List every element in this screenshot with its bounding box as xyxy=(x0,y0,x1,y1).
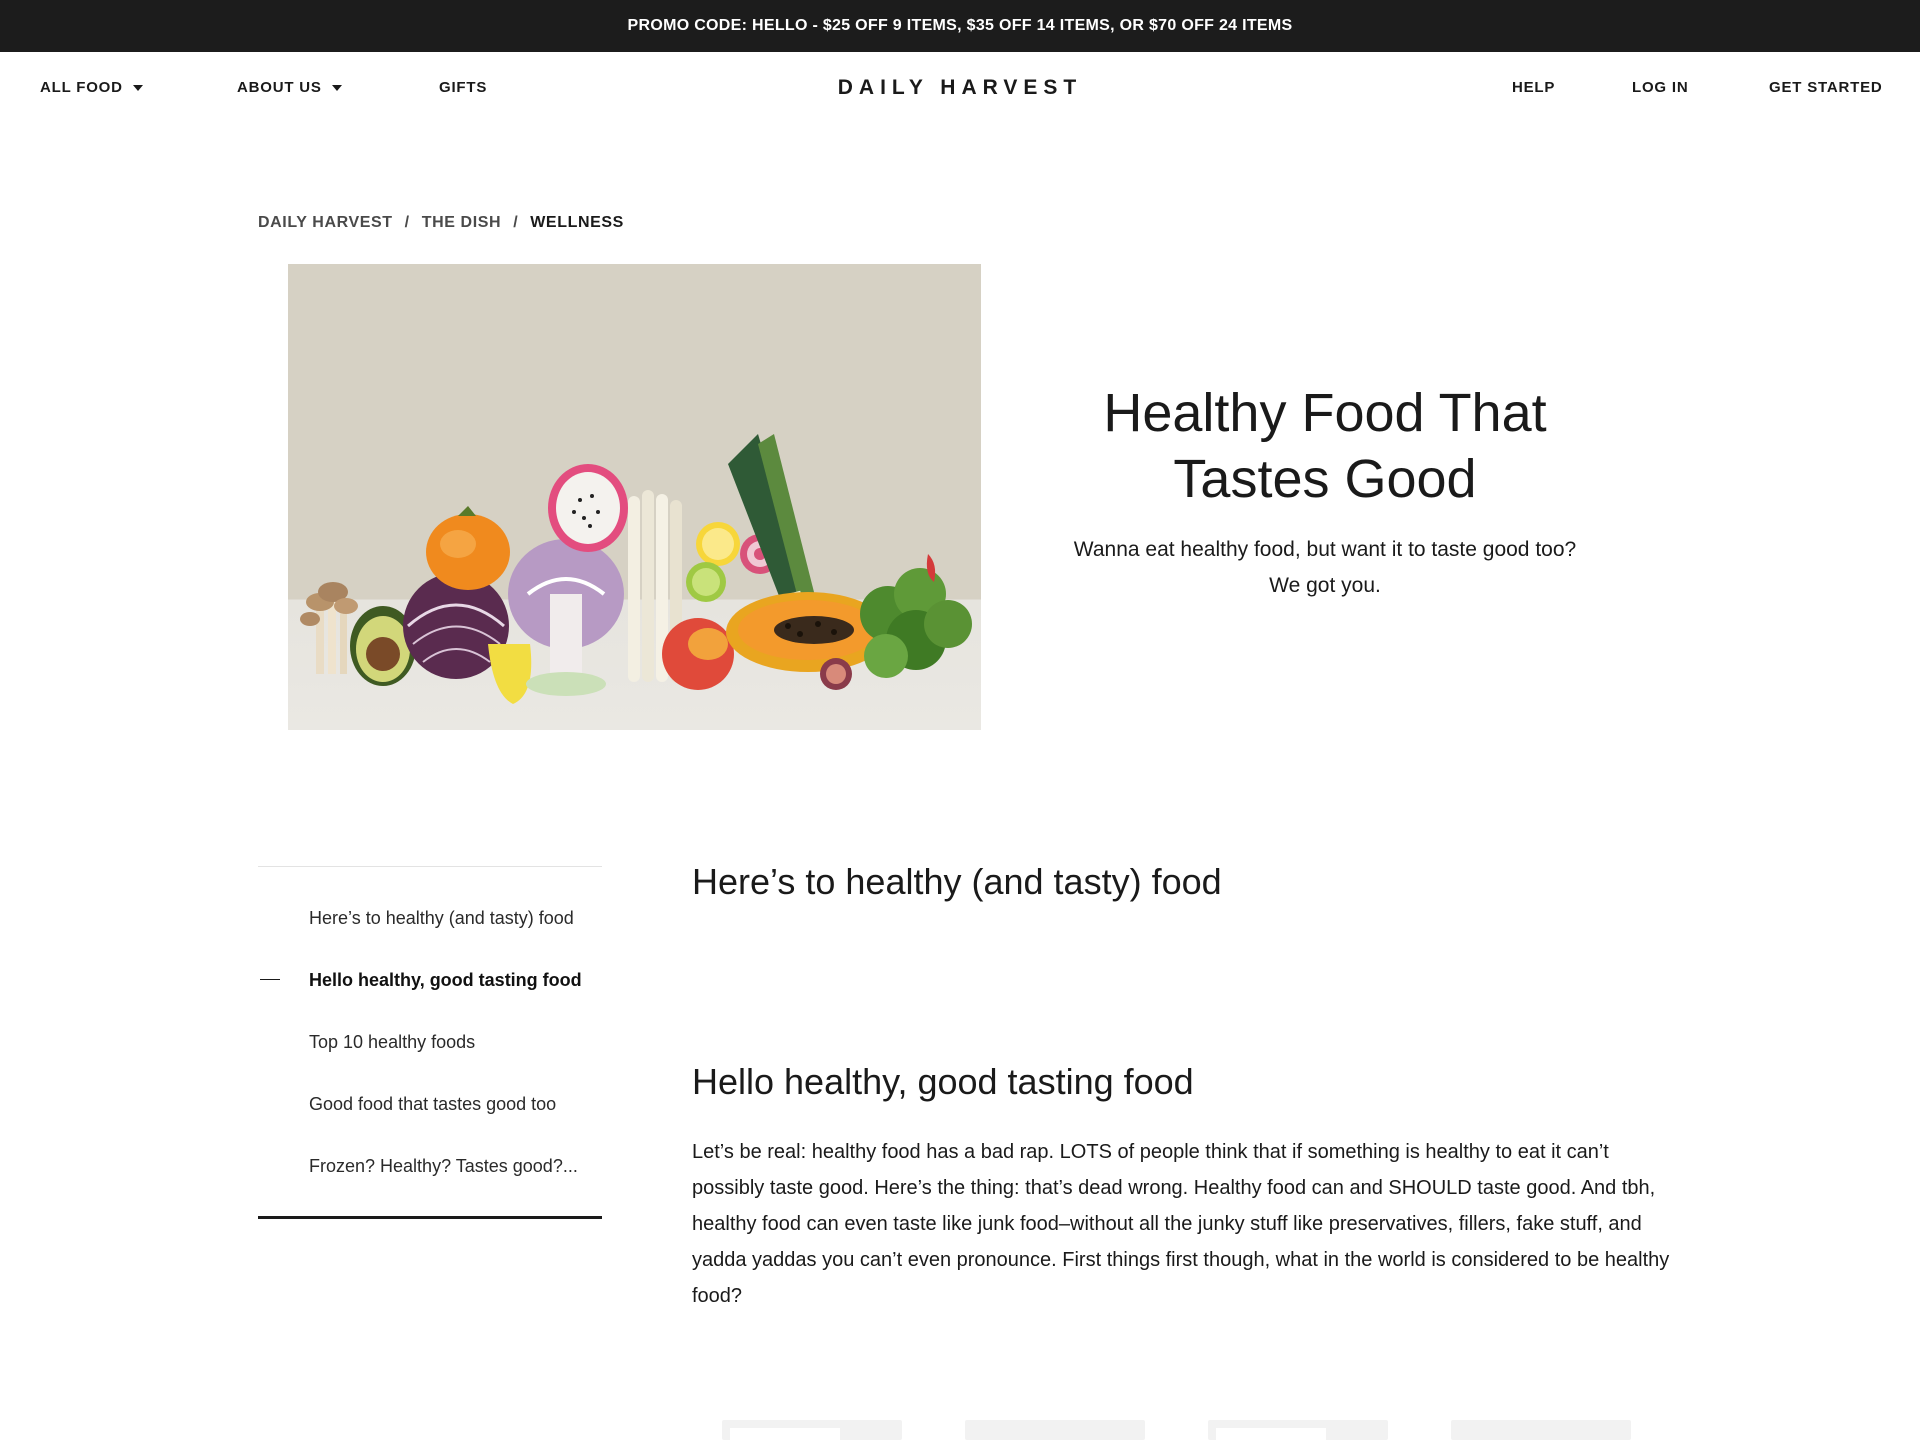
breadcrumb-item-daily-harvest[interactable]: DAILY HARVEST xyxy=(258,214,393,232)
active-indicator-dash xyxy=(260,979,280,980)
toc-divider xyxy=(258,1216,602,1219)
section-heading: Hello healthy, good tasting food xyxy=(692,1061,1194,1102)
brussels-sprouts-shape xyxy=(860,554,972,678)
promo-text: PROMO CODE: HELLO - $25 OFF 9 ITEMS, $35… xyxy=(627,17,1293,34)
tomato-shape xyxy=(426,506,510,590)
hero-text: Healthy Food That Tastes Good Wanna eat … xyxy=(1060,380,1590,604)
breadcrumb: DAILY HARVEST / THE DISH / WELLNESS xyxy=(258,214,624,232)
breadcrumb-separator: / xyxy=(513,214,519,231)
fig-shape xyxy=(820,658,852,690)
card-badge xyxy=(1216,1428,1326,1440)
product-cards-row xyxy=(722,1420,1642,1440)
get-started-label: GET STARTED xyxy=(1769,79,1883,96)
toc-item-active[interactable]: Hello healthy, good tasting food xyxy=(258,949,602,1011)
breadcrumb-item-the-dish[interactable]: THE DISH xyxy=(422,214,501,232)
toc-item[interactable]: Good food that tastes good too xyxy=(258,1073,602,1135)
toc-item-label: Good food that tastes good too xyxy=(309,1093,557,1114)
table-of-contents: Here’s to healthy (and tasty) food Hello… xyxy=(258,866,602,1197)
top-navigation: ALL FOOD ABOUT US GIFTS DAILY HARVEST HE… xyxy=(0,52,1920,122)
page-subtitle: Wanna eat healthy food, but want it to t… xyxy=(1073,538,1577,597)
product-card[interactable] xyxy=(965,1420,1145,1440)
toc-item-label: Hello healthy, good tasting food xyxy=(309,969,582,990)
toc-item-label: Here’s to healthy (and tasty) food xyxy=(309,907,574,928)
nav-log-in[interactable]: LOG IN xyxy=(1632,79,1688,96)
produce-illustration xyxy=(300,434,972,704)
nav-help-label: HELP xyxy=(1512,79,1556,96)
promo-banner: PROMO CODE: HELLO - $25 OFF 9 ITEMS, $35… xyxy=(0,0,1920,52)
article-content: Here’s to healthy (and tasty) food Hello… xyxy=(692,858,1672,1314)
article-paragraph: Let’s be real: healthy food has a bad ra… xyxy=(692,1141,1670,1307)
page-title: Healthy Food That Tastes Good xyxy=(1103,383,1547,509)
toc-item[interactable]: Here’s to healthy (and tasty) food xyxy=(258,887,602,949)
citrus-shape xyxy=(686,522,740,602)
peach-shape xyxy=(662,618,734,690)
section-heading: Here’s to healthy (and tasty) food xyxy=(692,861,1222,902)
nav-log-in-label: LOG IN xyxy=(1632,79,1689,96)
mushroom-shape xyxy=(300,582,358,674)
get-started-button[interactable]: GET STARTED xyxy=(1769,79,1883,96)
hero-image-produce xyxy=(288,264,981,730)
card-badge xyxy=(730,1428,840,1440)
breadcrumb-item-wellness[interactable]: WELLNESS xyxy=(530,214,624,232)
nav-help[interactable]: HELP xyxy=(1512,79,1555,96)
breadcrumb-separator: / xyxy=(404,214,410,231)
toc-item-label: Top 10 healthy foods xyxy=(309,1031,476,1052)
product-card[interactable] xyxy=(1208,1420,1388,1440)
dragon-fruit-shape xyxy=(548,464,628,552)
toc-item-label: Frozen? Healthy? Tastes good?... xyxy=(309,1155,578,1176)
toc-item[interactable]: Frozen? Healthy? Tastes good?... xyxy=(258,1135,602,1197)
product-card[interactable] xyxy=(1451,1420,1631,1440)
toc-item[interactable]: Top 10 healthy foods xyxy=(258,1011,602,1073)
pepper-shape xyxy=(488,644,532,704)
product-card[interactable] xyxy=(722,1420,902,1440)
